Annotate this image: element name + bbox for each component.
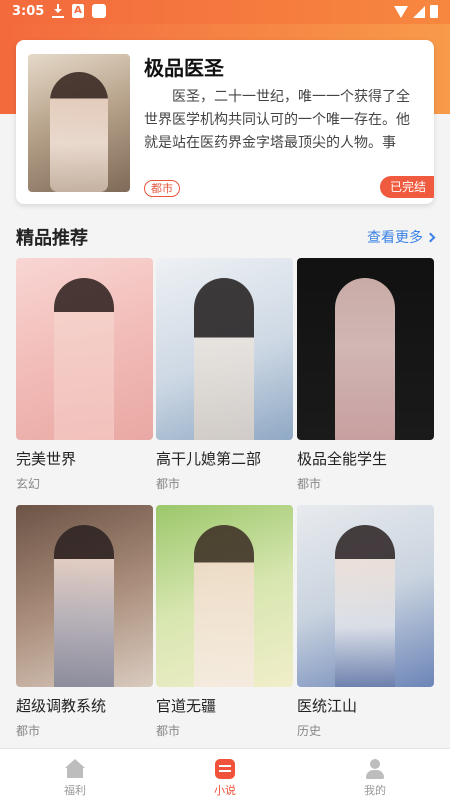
featured-book-card[interactable]: 极品医圣 医圣，二十一世纪，唯一一个获得了全世界医学机构共同认可的一个唯一存在。… [16,40,434,204]
book-title: 官道无疆 [156,697,217,715]
see-more-label: 查看更多 [367,230,423,246]
book-cover[interactable] [16,258,153,440]
notification-icons: A [52,4,106,18]
book-title: 极品全能学生 [297,450,388,468]
status-bar: 3:05 A [0,0,450,24]
featured-category-tag: 都市 [144,180,180,197]
book-category: 都市 [16,724,41,738]
book-category: 都市 [297,477,322,491]
nav-item-novel[interactable]: 小说 [195,759,255,798]
nav-label-novel: 小说 [214,784,236,797]
system-icons [394,5,438,18]
battery-icon [430,5,438,18]
book-cover[interactable] [297,505,434,687]
book-category: 都市 [156,724,181,738]
bottom-navigation: 福利 小说 我的 [0,748,450,800]
book-cover[interactable] [16,505,153,687]
book-title: 高干儿媳第二部 [156,450,262,468]
app-square-icon [92,4,106,18]
book-item[interactable]: 官道无疆 都市 [156,505,293,739]
book-category: 玄幻 [16,477,41,491]
featured-book-title: 极品医圣 [144,56,224,80]
book-item[interactable]: 超级调教系统 都市 [16,505,153,739]
book-category: 都市 [156,477,181,491]
download-icon [52,4,64,18]
book-title: 医统江山 [297,697,358,715]
book-cover[interactable] [297,258,434,440]
book-item[interactable]: 高干儿媳第二部 都市 [156,258,293,492]
book-item[interactable]: 完美世界 玄幻 [16,258,153,492]
book-title: 超级调教系统 [16,697,107,715]
novel-icon [215,759,235,779]
app-a-icon: A [72,4,84,18]
user-icon [365,759,385,779]
status-time: 3:05 [12,4,45,19]
featured-status-badge: 已完结 [379,176,434,198]
wifi-icon [394,5,408,18]
book-category: 历史 [297,724,322,738]
nav-item-mine[interactable]: 我的 [345,759,405,798]
chevron-right-icon [425,232,436,242]
section-title: 精品推荐 [16,228,88,249]
nav-item-welfare[interactable]: 福利 [45,759,105,798]
book-item[interactable]: 医统江山 历史 [297,505,434,739]
book-cover[interactable] [156,505,293,687]
featured-book-cover[interactable] [28,54,130,192]
signal-icon [413,5,425,18]
book-cover[interactable] [156,258,293,440]
nav-label-welfare: 福利 [64,784,86,797]
home-icon [65,759,85,779]
book-title: 完美世界 [16,450,77,468]
featured-book-description: 医圣，二十一世纪，唯一一个获得了全世界医学机构共同认可的一个唯一存在。他就是站在… [144,89,410,151]
book-item[interactable]: 极品全能学生 都市 [297,258,434,492]
nav-label-mine: 我的 [364,784,386,797]
see-more-link[interactable]: 查看更多 [367,227,436,247]
